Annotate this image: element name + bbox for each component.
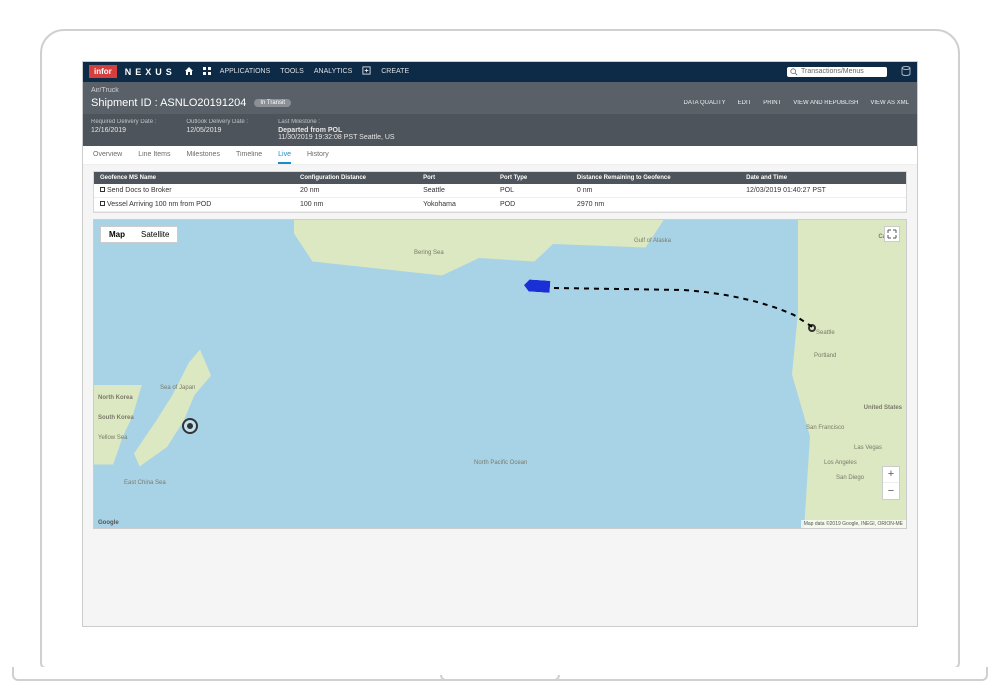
last-milestone-label: Last Milestone : [278, 119, 395, 125]
route-path [494, 270, 854, 370]
nav-create[interactable]: CREATE [381, 68, 409, 75]
laptop-notch [440, 675, 560, 681]
zoom-controls: + − [882, 466, 900, 500]
details-bar: Required Delivery Date : 12/16/2019 Outl… [83, 114, 917, 146]
col-port[interactable]: Port [423, 175, 500, 181]
nav-analytics[interactable]: ANALYTICS [314, 68, 352, 75]
tabs: Overview Line Items Milestones Timeline … [83, 146, 917, 165]
fullscreen-icon [887, 229, 897, 239]
cell [746, 201, 900, 208]
search-icon [790, 68, 798, 76]
status-badge: In Transit [254, 99, 291, 107]
cell: Send Docs to Broker [100, 187, 300, 194]
table-row[interactable]: Vessel Arriving 100 nm from POD 100 nm Y… [94, 198, 906, 212]
required-delivery-value: 12/16/2019 [91, 127, 156, 134]
map-type-toggle: Map Satellite [100, 226, 178, 243]
label-alaska-gulf: Gulf of Alaska [634, 238, 671, 244]
cell: Vessel Arriving 100 nm from POD [100, 201, 300, 208]
laptop-frame: infor NEXUS APPLICATIONS TOOLS ANALYTICS… [40, 29, 960, 669]
cell: 20 nm [300, 187, 423, 194]
col-date-time[interactable]: Date and Time [746, 175, 900, 181]
database-icon[interactable] [901, 66, 911, 78]
col-distance-remaining[interactable]: Distance Remaining to Geofence [577, 175, 746, 181]
tab-milestones[interactable]: Milestones [186, 151, 219, 164]
label-npacific: North Pacific Ocean [474, 460, 527, 466]
table-header: Geofence MS Name Configuration Distance … [94, 172, 906, 184]
apps-icon[interactable] [202, 66, 212, 78]
cell: POD [500, 201, 577, 208]
search-input[interactable]: Transactions/Menus [787, 67, 887, 77]
top-navbar: infor NEXUS APPLICATIONS TOOLS ANALYTICS… [83, 62, 917, 82]
label-lv: Las Vegas [854, 445, 882, 451]
map-type-map[interactable]: Map [101, 227, 133, 242]
create-icon[interactable] [362, 66, 371, 77]
nav-applications[interactable]: APPLICATIONS [220, 68, 270, 75]
cell: Seattle [423, 187, 500, 194]
label-echina: East China Sea [124, 480, 166, 486]
nexus-brand: NEXUS [125, 67, 176, 77]
label-skorea: South Korea [98, 415, 134, 421]
shipment-header: Air/Truck Shipment ID : ASNLO20191204 In… [83, 82, 917, 114]
cell: POL [500, 187, 577, 194]
home-icon[interactable] [184, 66, 194, 78]
cell: 12/03/2019 01:40:27 PST [746, 187, 900, 194]
tab-live[interactable]: Live [278, 151, 291, 164]
map-credits: Map data ©2019 Google, INEGI, ORION-ME [801, 520, 906, 528]
outlook-delivery-value: 12/05/2019 [186, 127, 248, 134]
label-sd: San Diego [836, 475, 864, 481]
cell: 2970 nm [577, 201, 746, 208]
infor-logo[interactable]: infor [89, 65, 117, 78]
label-la: Los Angeles [824, 460, 857, 466]
label-sf: San Francisco [806, 425, 844, 431]
col-geofence-name[interactable]: Geofence MS Name [100, 175, 300, 181]
cell: 100 nm [300, 201, 423, 208]
tab-overview[interactable]: Overview [93, 151, 122, 164]
zoom-out-button[interactable]: − [883, 483, 899, 499]
search-placeholder: Transactions/Menus [801, 68, 864, 75]
outlook-delivery-label: Outlook Delivery Date : [186, 119, 248, 125]
shipment-id: Shipment ID : ASNLO20191204 [91, 97, 246, 109]
header-actions: DATA QUALITY EDIT PRINT VIEW AND REPUBLI… [684, 100, 910, 106]
col-config-distance[interactable]: Configuration Distance [300, 175, 423, 181]
geofence-table: Geofence MS Name Configuration Distance … [93, 171, 907, 213]
tab-line-items[interactable]: Line Items [138, 151, 170, 164]
last-milestone-time: 11/30/2019 19:32:08 PST Seattle, US [278, 134, 395, 141]
tab-timeline[interactable]: Timeline [236, 151, 262, 164]
last-milestone: Last Milestone : Departed from POL 11/30… [278, 119, 395, 141]
label-bering: Bering Sea [414, 250, 444, 256]
nav-items: APPLICATIONS TOOLS ANALYTICS CREATE [220, 66, 409, 77]
breadcrumb[interactable]: Air/Truck [91, 87, 909, 94]
app-screen: infor NEXUS APPLICATIONS TOOLS ANALYTICS… [82, 61, 918, 627]
land-japan [134, 350, 244, 480]
map[interactable]: Map Satellite + − Bering Sea Gulf of Ala… [93, 219, 907, 529]
col-port-type[interactable]: Port Type [500, 175, 577, 181]
table-row[interactable]: Send Docs to Broker 20 nm Seattle POL 0 … [94, 184, 906, 198]
action-edit[interactable]: EDIT [738, 100, 752, 106]
required-delivery-label: Required Delivery Date : [91, 119, 156, 125]
action-data-quality[interactable]: DATA QUALITY [684, 100, 726, 106]
origin-marker[interactable] [182, 418, 198, 434]
last-milestone-title: Departed from POL [278, 127, 342, 134]
fullscreen-button[interactable] [884, 226, 900, 242]
cell: 0 nm [577, 187, 746, 194]
required-delivery: Required Delivery Date : 12/16/2019 [91, 119, 156, 141]
tab-history[interactable]: History [307, 151, 329, 164]
action-view-xml[interactable]: VIEW AS XML [870, 100, 909, 106]
map-type-satellite[interactable]: Satellite [133, 227, 177, 242]
label-us: United States [864, 405, 902, 411]
zoom-in-button[interactable]: + [883, 467, 899, 483]
outlook-delivery: Outlook Delivery Date : 12/05/2019 [186, 119, 248, 141]
label-yellowsea: Yellow Sea [98, 435, 127, 441]
action-print[interactable]: PRINT [763, 100, 781, 106]
cell: Yokohama [423, 201, 500, 208]
label-nkorea: North Korea [98, 395, 133, 401]
google-logo: Google [98, 520, 119, 526]
label-japansea: Sea of Japan [160, 385, 195, 391]
nav-tools[interactable]: TOOLS [280, 68, 304, 75]
action-view-republish[interactable]: VIEW AND REPUBLISH [793, 100, 858, 106]
